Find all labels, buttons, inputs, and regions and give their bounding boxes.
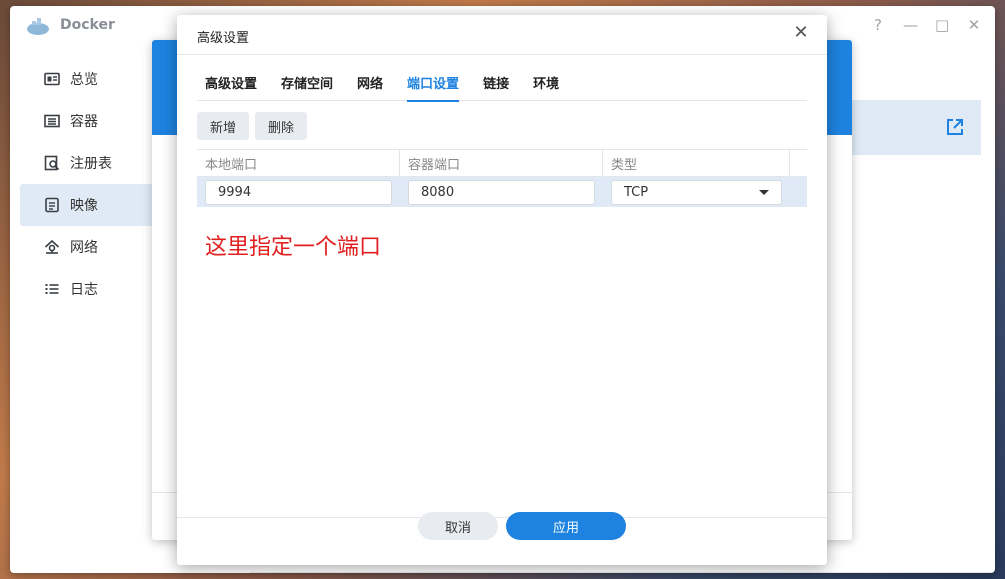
- content-divider: [250, 572, 995, 573]
- add-button[interactable]: 新增: [197, 112, 250, 140]
- modal-header-divider: [177, 54, 827, 55]
- log-icon: [44, 281, 60, 297]
- tab-advanced-settings[interactable]: 高级设置: [197, 67, 265, 101]
- tab-links[interactable]: 链接: [475, 67, 517, 101]
- apply-button[interactable]: 应用: [506, 512, 626, 540]
- port-toolbar: 新增 删除: [197, 112, 308, 140]
- protocol-value: TCP: [624, 184, 649, 200]
- sidebar-item-label: 日志: [70, 282, 98, 298]
- registry-icon: [44, 155, 60, 171]
- protocol-select[interactable]: TCP: [611, 179, 782, 205]
- open-external-icon[interactable]: [945, 117, 965, 137]
- sidebar-item-label: 总览: [70, 72, 98, 88]
- container-port-input[interactable]: 8080: [408, 179, 595, 205]
- sidebar-item-label: 注册表: [70, 156, 112, 172]
- docker-logo-icon: [26, 18, 50, 36]
- column-header-spacer: [790, 150, 807, 176]
- tab-environment[interactable]: 环境: [525, 67, 567, 101]
- minimize-icon[interactable]: —: [903, 16, 918, 34]
- close-icon[interactable]: ✕: [793, 24, 809, 42]
- modal-footer-divider: [177, 517, 827, 518]
- port-table: 本地端口 容器端口 类型 9994 8080 TCP: [197, 149, 807, 207]
- close-window-icon[interactable]: ✕: [967, 16, 981, 34]
- local-port-input[interactable]: 9994: [205, 179, 392, 205]
- modal-tabs: 高级设置 存储空间 网络 端口设置 链接 环境: [197, 67, 807, 102]
- tab-storage[interactable]: 存储空间: [273, 67, 341, 101]
- local-port-cell: 9994: [197, 179, 400, 205]
- advanced-settings-modal: 高级设置 ✕ 高级设置 存储空间 网络 端口设置 链接 环境 新增 删除 本地端…: [177, 15, 827, 565]
- sidebar-item-label: 网络: [70, 240, 98, 256]
- table-header: 本地端口 容器端口 类型: [197, 149, 807, 177]
- overview-icon: [44, 71, 60, 87]
- column-header-local-port[interactable]: 本地端口: [197, 150, 400, 176]
- container-port-cell: 8080: [400, 179, 603, 205]
- window-controls: ? — □ ✕: [871, 16, 981, 34]
- table-row[interactable]: 9994 8080 TCP: [197, 177, 807, 207]
- type-cell: TCP: [603, 179, 790, 205]
- tab-port-settings[interactable]: 端口设置: [399, 67, 467, 102]
- network-icon: [44, 239, 60, 255]
- caret-down-icon: [759, 189, 769, 195]
- tab-network[interactable]: 网络: [349, 67, 391, 101]
- annotation-text: 这里指定一个端口: [205, 235, 382, 260]
- container-icon: [44, 113, 60, 129]
- cancel-button[interactable]: 取消: [418, 512, 498, 540]
- column-header-container-port[interactable]: 容器端口: [400, 150, 603, 176]
- sidebar-item-label: 容器: [70, 114, 98, 130]
- modal-title: 高级设置: [197, 31, 250, 46]
- delete-button[interactable]: 删除: [255, 112, 308, 140]
- maximize-icon[interactable]: □: [935, 16, 949, 34]
- column-header-type[interactable]: 类型: [603, 150, 790, 176]
- image-icon: [44, 197, 60, 213]
- help-icon[interactable]: ?: [871, 16, 885, 34]
- app-title: Docker: [60, 17, 115, 33]
- sidebar-item-label: 映像: [70, 198, 98, 214]
